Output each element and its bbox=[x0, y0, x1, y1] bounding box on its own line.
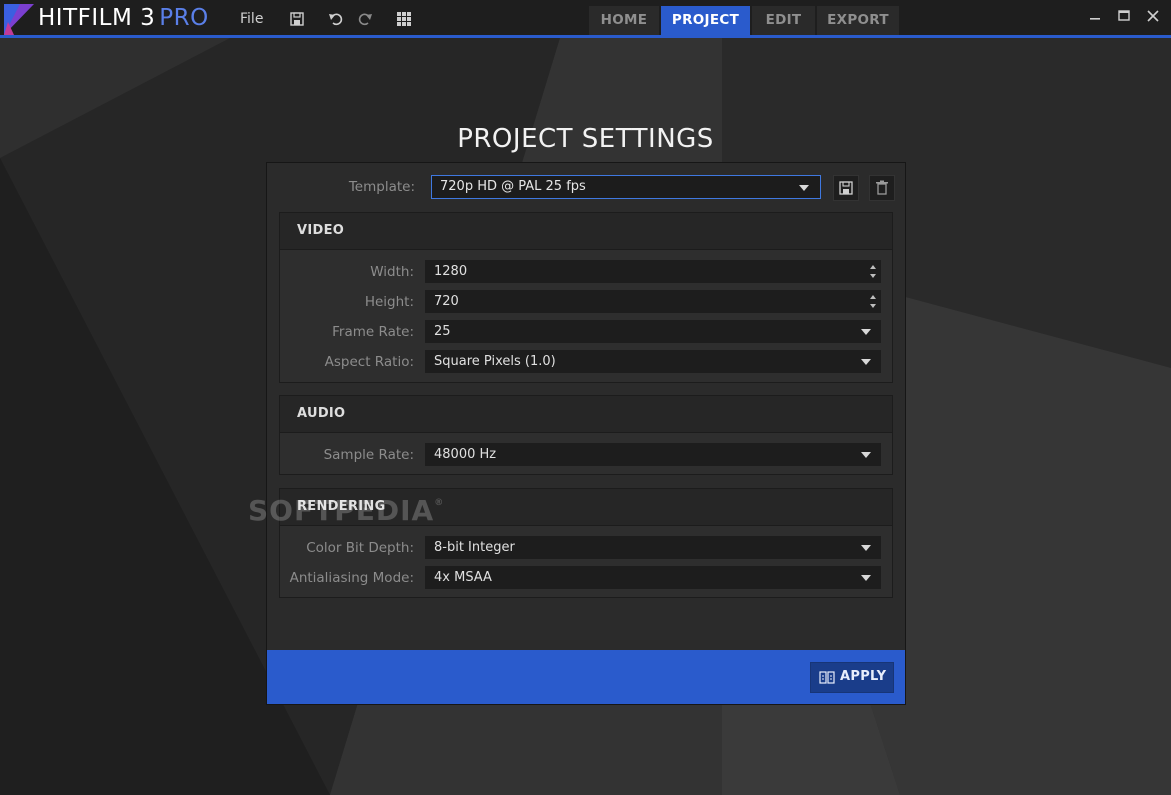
sample-rate-dropdown[interactable]: 48000 Hz bbox=[425, 443, 881, 466]
tab-project[interactable]: PROJECT bbox=[661, 6, 750, 35]
redo-icon[interactable] bbox=[357, 11, 373, 27]
title-bar: HITFILM 3 PRO File HOME PROJECT EDIT EXPO… bbox=[0, 0, 1171, 38]
color-bit-depth-value: 8-bit Integer bbox=[434, 540, 515, 555]
save-icon[interactable] bbox=[289, 11, 305, 27]
chevron-down-icon bbox=[861, 575, 871, 581]
minimize-icon[interactable] bbox=[1087, 8, 1103, 24]
width-value: 1280 bbox=[434, 264, 468, 279]
spin-down-icon[interactable] bbox=[870, 274, 876, 278]
sample-rate-value: 48000 Hz bbox=[434, 447, 497, 462]
apply-button[interactable]: APPLY bbox=[810, 662, 894, 693]
tab-edit[interactable]: EDIT bbox=[752, 6, 815, 35]
chevron-down-icon bbox=[861, 329, 871, 335]
aspect-ratio-label: Aspect Ratio: bbox=[324, 354, 414, 370]
spin-up-icon[interactable] bbox=[870, 295, 876, 299]
color-bit-depth-label: Color Bit Depth: bbox=[306, 540, 414, 556]
antialiasing-dropdown[interactable]: 4x MSAA bbox=[425, 566, 881, 589]
width-input[interactable]: 1280 bbox=[425, 260, 881, 283]
undo-icon[interactable] bbox=[328, 11, 344, 27]
height-label: Height: bbox=[364, 294, 414, 310]
save-icon bbox=[839, 181, 853, 195]
page-title: PROJECT SETTINGS bbox=[457, 124, 714, 154]
template-label: Template: bbox=[348, 179, 415, 195]
close-icon[interactable] bbox=[1145, 8, 1161, 24]
tab-export[interactable]: EXPORT bbox=[817, 6, 899, 35]
width-label: Width: bbox=[370, 264, 414, 280]
apply-label: APPLY bbox=[840, 669, 887, 684]
chevron-down-icon bbox=[861, 452, 871, 458]
video-heading: VIDEO bbox=[280, 213, 892, 250]
template-value: 720p HD @ PAL 25 fps bbox=[440, 179, 586, 194]
audio-section: AUDIO Sample Rate: 48000 Hz bbox=[279, 395, 893, 475]
save-template-button[interactable] bbox=[833, 175, 859, 201]
frame-rate-label: Frame Rate: bbox=[332, 324, 414, 340]
spin-down-icon[interactable] bbox=[870, 304, 876, 308]
main-tabs: HOME PROJECT EDIT EXPORT bbox=[589, 6, 901, 35]
spin-up-icon[interactable] bbox=[870, 265, 876, 269]
brand-main: HITFILM 3 bbox=[38, 5, 156, 31]
antialiasing-label: Antialiasing Mode: bbox=[289, 570, 414, 586]
grid-icon[interactable] bbox=[396, 11, 412, 27]
chevron-down-icon bbox=[861, 545, 871, 551]
aspect-ratio-dropdown[interactable]: Square Pixels (1.0) bbox=[425, 350, 881, 373]
project-settings-panel: Template: 720p HD @ PAL 25 fps VIDEO Wid… bbox=[266, 162, 906, 705]
tab-home[interactable]: HOME bbox=[589, 6, 659, 35]
rendering-heading: RENDERING bbox=[280, 489, 892, 526]
trash-icon bbox=[876, 180, 888, 195]
dialog-footer: APPLY bbox=[267, 650, 905, 704]
app-brand: HITFILM 3 PRO bbox=[38, 5, 209, 31]
frame-rate-dropdown[interactable]: 25 bbox=[425, 320, 881, 343]
height-value: 720 bbox=[434, 294, 459, 309]
chevron-down-icon bbox=[799, 185, 809, 191]
rendering-section: RENDERING Color Bit Depth: 8-bit Integer… bbox=[279, 488, 893, 598]
video-section: VIDEO Width: 1280 Height: 720 Frame Rate… bbox=[279, 212, 893, 383]
template-dropdown[interactable]: 720p HD @ PAL 25 fps bbox=[431, 175, 821, 199]
brand-suffix: PRO bbox=[159, 5, 209, 31]
sample-rate-label: Sample Rate: bbox=[323, 447, 414, 463]
height-input[interactable]: 720 bbox=[425, 290, 881, 313]
color-bit-depth-dropdown[interactable]: 8-bit Integer bbox=[425, 536, 881, 559]
apply-icon bbox=[819, 671, 835, 684]
aspect-ratio-value: Square Pixels (1.0) bbox=[434, 354, 556, 369]
file-menu[interactable]: File bbox=[240, 11, 263, 27]
frame-rate-value: 25 bbox=[434, 324, 451, 339]
audio-heading: AUDIO bbox=[280, 396, 892, 433]
antialiasing-value: 4x MSAA bbox=[434, 570, 492, 585]
chevron-down-icon bbox=[861, 359, 871, 365]
maximize-icon[interactable] bbox=[1116, 8, 1132, 24]
hitfilm-logo-icon bbox=[4, 4, 34, 35]
delete-template-button[interactable] bbox=[869, 175, 895, 201]
